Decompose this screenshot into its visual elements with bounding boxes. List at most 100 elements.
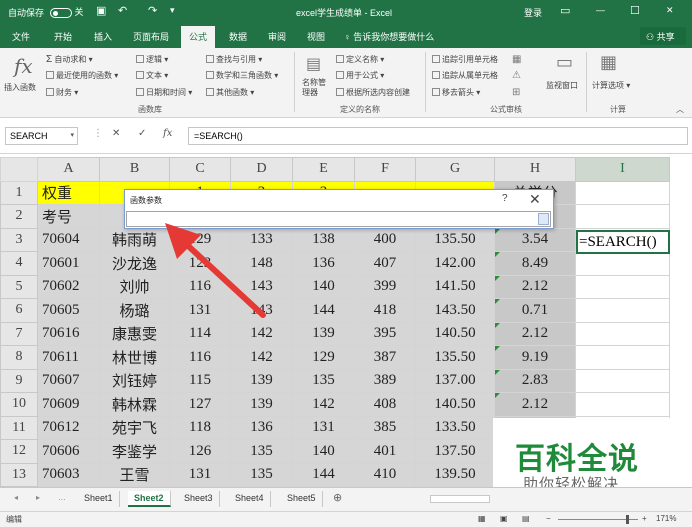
cell[interactable]: 70601 [37, 251, 100, 276]
row-header[interactable]: 9 [0, 368, 38, 393]
cell[interactable]: 康惠雯 [99, 321, 170, 346]
cell[interactable]: 135 [292, 368, 355, 393]
more-sheets-icon[interactable]: … [58, 493, 66, 502]
insert-function-icon[interactable]: fx [14, 54, 33, 78]
undo-icon[interactable]: ↶ [118, 4, 127, 17]
remove-arrows-button[interactable]: 移去箭头 ▾ [432, 87, 480, 98]
expand-dialog-icon[interactable] [538, 213, 549, 225]
recent-functions-button[interactable]: 最近使用的函数 ▾ [46, 70, 118, 81]
financial-button[interactable]: 财务 ▾ [46, 87, 78, 98]
math-button[interactable]: 数学和三角函数 ▾ [206, 70, 278, 81]
cell[interactable]: 142.00 [415, 251, 495, 276]
page-break-view-icon[interactable]: ▤ [522, 514, 530, 523]
tab-review[interactable]: 审阅 [268, 30, 286, 43]
cell[interactable]: 114 [169, 321, 231, 346]
trace-dependents-button[interactable]: 追踪从属单元格 [432, 70, 498, 81]
cell[interactable]: 139 [292, 321, 355, 346]
minimize-button[interactable]: — [596, 5, 605, 15]
cell[interactable]: 129 [292, 345, 355, 370]
cell[interactable] [575, 392, 670, 417]
cell[interactable]: 0.71 [494, 298, 576, 323]
name-manager-button[interactable]: 名称管理器 [302, 78, 332, 98]
tab-home[interactable]: 开始 [54, 30, 72, 43]
row-header[interactable]: 10 [0, 392, 38, 417]
cell[interactable]: 70612 [37, 415, 100, 440]
cell[interactable]: 387 [354, 345, 416, 370]
logical-button[interactable]: 逻辑 ▾ [136, 54, 168, 65]
cell[interactable]: 70602 [37, 274, 100, 299]
cell[interactable]: 李鉴学 [99, 439, 170, 464]
column-header[interactable]: C [169, 157, 231, 182]
cell[interactable]: 139 [230, 392, 293, 417]
cell[interactable]: 135.50 [415, 345, 495, 370]
cell[interactable]: 2.83 [494, 368, 576, 393]
cell[interactable]: 385 [354, 415, 416, 440]
name-box[interactable]: SEARCH ▾ [5, 127, 78, 145]
row-header[interactable]: 2 [0, 204, 38, 229]
sheet-tab-active[interactable]: Sheet2 [128, 491, 171, 507]
horizontal-scrollbar[interactable] [430, 495, 490, 503]
cell[interactable] [575, 251, 670, 276]
enter-icon[interactable]: ✓ [138, 128, 146, 139]
lookup-button[interactable]: 查找与引用 ▾ [206, 54, 262, 65]
cell[interactable] [575, 204, 670, 229]
login-link[interactable]: 登录 [524, 6, 542, 19]
cell[interactable]: 70611 [37, 345, 100, 370]
cell[interactable]: 135.50 [415, 227, 495, 252]
autosave-toggle[interactable]: 关 [50, 5, 84, 18]
cell[interactable]: 2.12 [494, 392, 576, 417]
cell[interactable]: 3.54 [494, 227, 576, 252]
text-button[interactable]: 文本 ▾ [136, 70, 168, 81]
tab-data[interactable]: 数据 [229, 30, 247, 43]
share-button[interactable]: ⚇ 共享 [640, 27, 686, 45]
column-header-active[interactable]: I [575, 157, 670, 182]
autosum-button[interactable]: Σ 自动求和 ▾ [46, 54, 93, 65]
cell[interactable]: 2.12 [494, 321, 576, 346]
row-header[interactable]: 11 [0, 415, 38, 440]
row-header[interactable]: 13 [0, 462, 38, 487]
save-icon[interactable]: ▣ [96, 4, 106, 17]
cell[interactable]: 权重 [37, 180, 100, 205]
cell[interactable]: 136 [292, 251, 355, 276]
sheet-tab[interactable]: Sheet5 [281, 491, 323, 507]
cell[interactable]: 142 [230, 345, 293, 370]
define-name-button[interactable]: 定义名称 ▾ [336, 54, 384, 65]
show-formulas-icon[interactable]: ▦ [512, 54, 521, 65]
cell[interactable]: 140 [292, 439, 355, 464]
cell[interactable]: 410 [354, 462, 416, 487]
cell[interactable]: 137.50 [415, 439, 495, 464]
cell[interactable]: 131 [169, 462, 231, 487]
formula-input[interactable]: =SEARCH() [188, 127, 688, 145]
cell[interactable]: 8.49 [494, 251, 576, 276]
prev-sheet-icon[interactable]: ◂ [14, 493, 18, 502]
cell[interactable]: 115 [169, 368, 231, 393]
cell[interactable]: 408 [354, 392, 416, 417]
row-header[interactable]: 1 [0, 180, 38, 205]
cell[interactable] [575, 321, 670, 346]
cell[interactable]: 118 [169, 415, 231, 440]
cell[interactable]: 70616 [37, 321, 100, 346]
tab-view[interactable]: 视图 [307, 30, 325, 43]
ribbon-display-icon[interactable]: ▭ [560, 4, 570, 17]
trace-precedents-button[interactable]: 追踪引用单元格 [432, 54, 498, 65]
cell[interactable]: 70609 [37, 392, 100, 417]
cell[interactable]: 126 [169, 439, 231, 464]
select-all-corner[interactable] [0, 157, 38, 182]
column-header[interactable]: B [99, 157, 170, 182]
help-button[interactable]: ? [502, 193, 508, 204]
cell[interactable]: 70604 [37, 227, 100, 252]
normal-view-icon[interactable]: ▦ [478, 514, 486, 523]
zoom-level[interactable]: 171% [656, 514, 676, 523]
row-header[interactable]: 12 [0, 439, 38, 464]
active-cell-I3[interactable]: =SEARCH() [576, 230, 670, 254]
cell[interactable]: 70603 [37, 462, 100, 487]
row-header[interactable]: 6 [0, 298, 38, 323]
next-sheet-icon[interactable]: ▸ [36, 493, 40, 502]
cell[interactable]: 399 [354, 274, 416, 299]
page-layout-view-icon[interactable]: ▣ [500, 514, 508, 523]
cell[interactable]: 135 [230, 439, 293, 464]
tab-insert[interactable]: 插入 [94, 30, 112, 43]
column-header[interactable]: H [494, 157, 576, 182]
cancel-icon[interactable]: ✕ [112, 128, 120, 139]
column-header[interactable]: A [37, 157, 100, 182]
